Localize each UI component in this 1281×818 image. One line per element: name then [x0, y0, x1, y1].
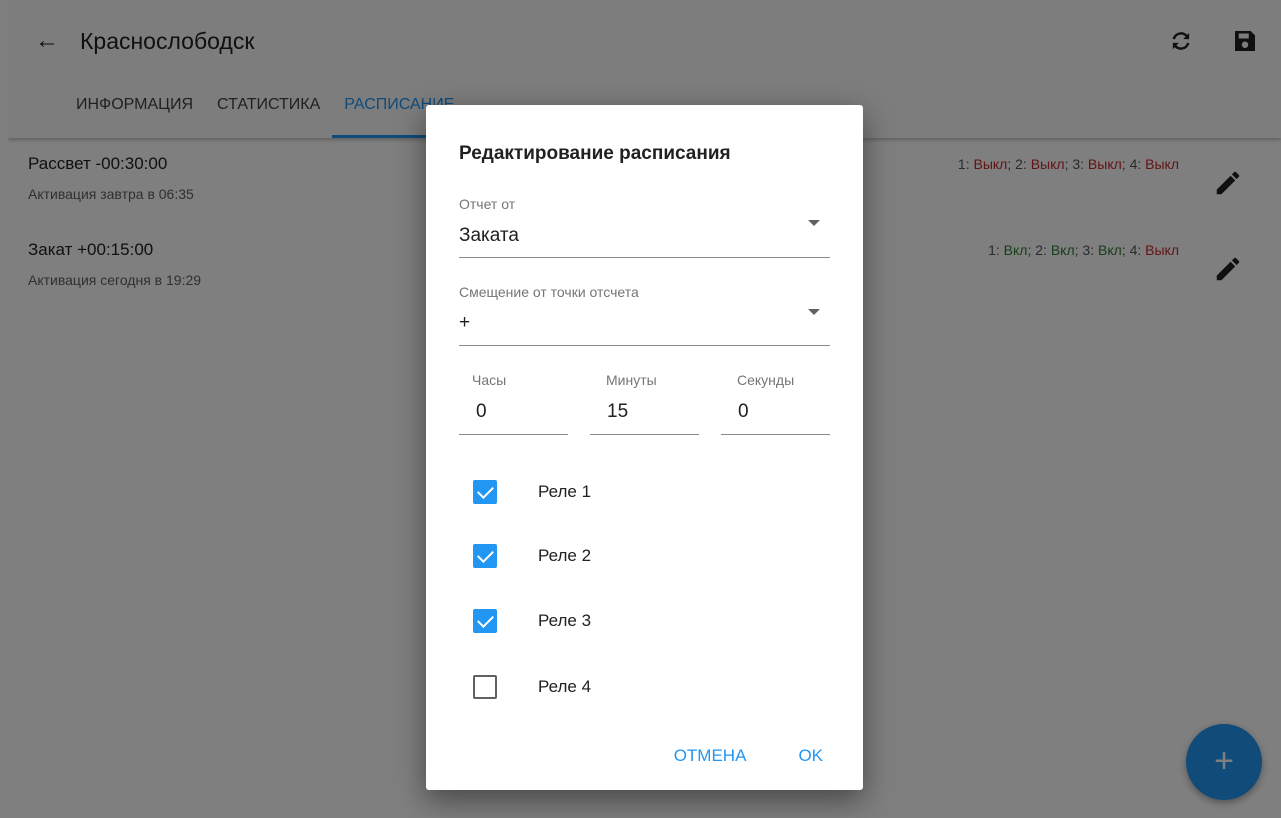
offset-label: Смещение от точки отсчета [459, 284, 639, 300]
offset-value: + [459, 312, 471, 333]
relay-1-checkbox[interactable] [473, 480, 497, 504]
reference-value: Заката [459, 225, 519, 246]
relay-1-checkbox-row[interactable]: Реле 1 [473, 477, 591, 507]
hours-value: 0 [476, 401, 487, 422]
edit-schedule-dialog: Редактирование расписания Отчет от Закат… [426, 105, 863, 790]
seconds-field[interactable]: Секунды 0 [721, 371, 830, 435]
relay-2-checkbox[interactable] [473, 544, 497, 568]
reference-select[interactable]: Отчет от Заката [459, 195, 830, 258]
dialog-title: Редактирование расписания [459, 143, 731, 164]
cancel-button[interactable]: ОТМЕНА [674, 746, 747, 766]
hours-field[interactable]: Часы 0 [459, 371, 568, 435]
relay-3-checkbox-row[interactable]: Реле 3 [473, 606, 591, 636]
relay-3-label: Реле 3 [538, 611, 592, 630]
ok-button[interactable]: OK [798, 746, 823, 766]
reference-label: Отчет от [459, 196, 516, 212]
minutes-value: 15 [607, 401, 629, 422]
offset-sign-select[interactable]: Смещение от точки отсчета + [459, 284, 830, 346]
relay-4-checkbox[interactable] [473, 675, 497, 699]
dialog-actions: ОТМЕНА OK [622, 746, 823, 766]
minutes-label: Минуты [606, 372, 657, 388]
seconds-value: 0 [738, 401, 749, 422]
relay-4-checkbox-row[interactable]: Реле 4 [473, 672, 591, 702]
seconds-label: Секунды [737, 372, 795, 388]
relay-4-label: Реле 4 [538, 677, 592, 696]
relay-2-checkbox-row[interactable]: Реле 2 [473, 541, 591, 571]
relay-1-label: Реле 1 [538, 482, 592, 501]
dropdown-arrow-icon [808, 220, 820, 226]
hours-label: Часы [472, 372, 507, 388]
relay-2-label: Реле 2 [538, 546, 592, 565]
dropdown-arrow-icon [808, 309, 820, 315]
minutes-field[interactable]: Минуты 15 [590, 371, 699, 435]
relay-3-checkbox[interactable] [473, 609, 497, 633]
